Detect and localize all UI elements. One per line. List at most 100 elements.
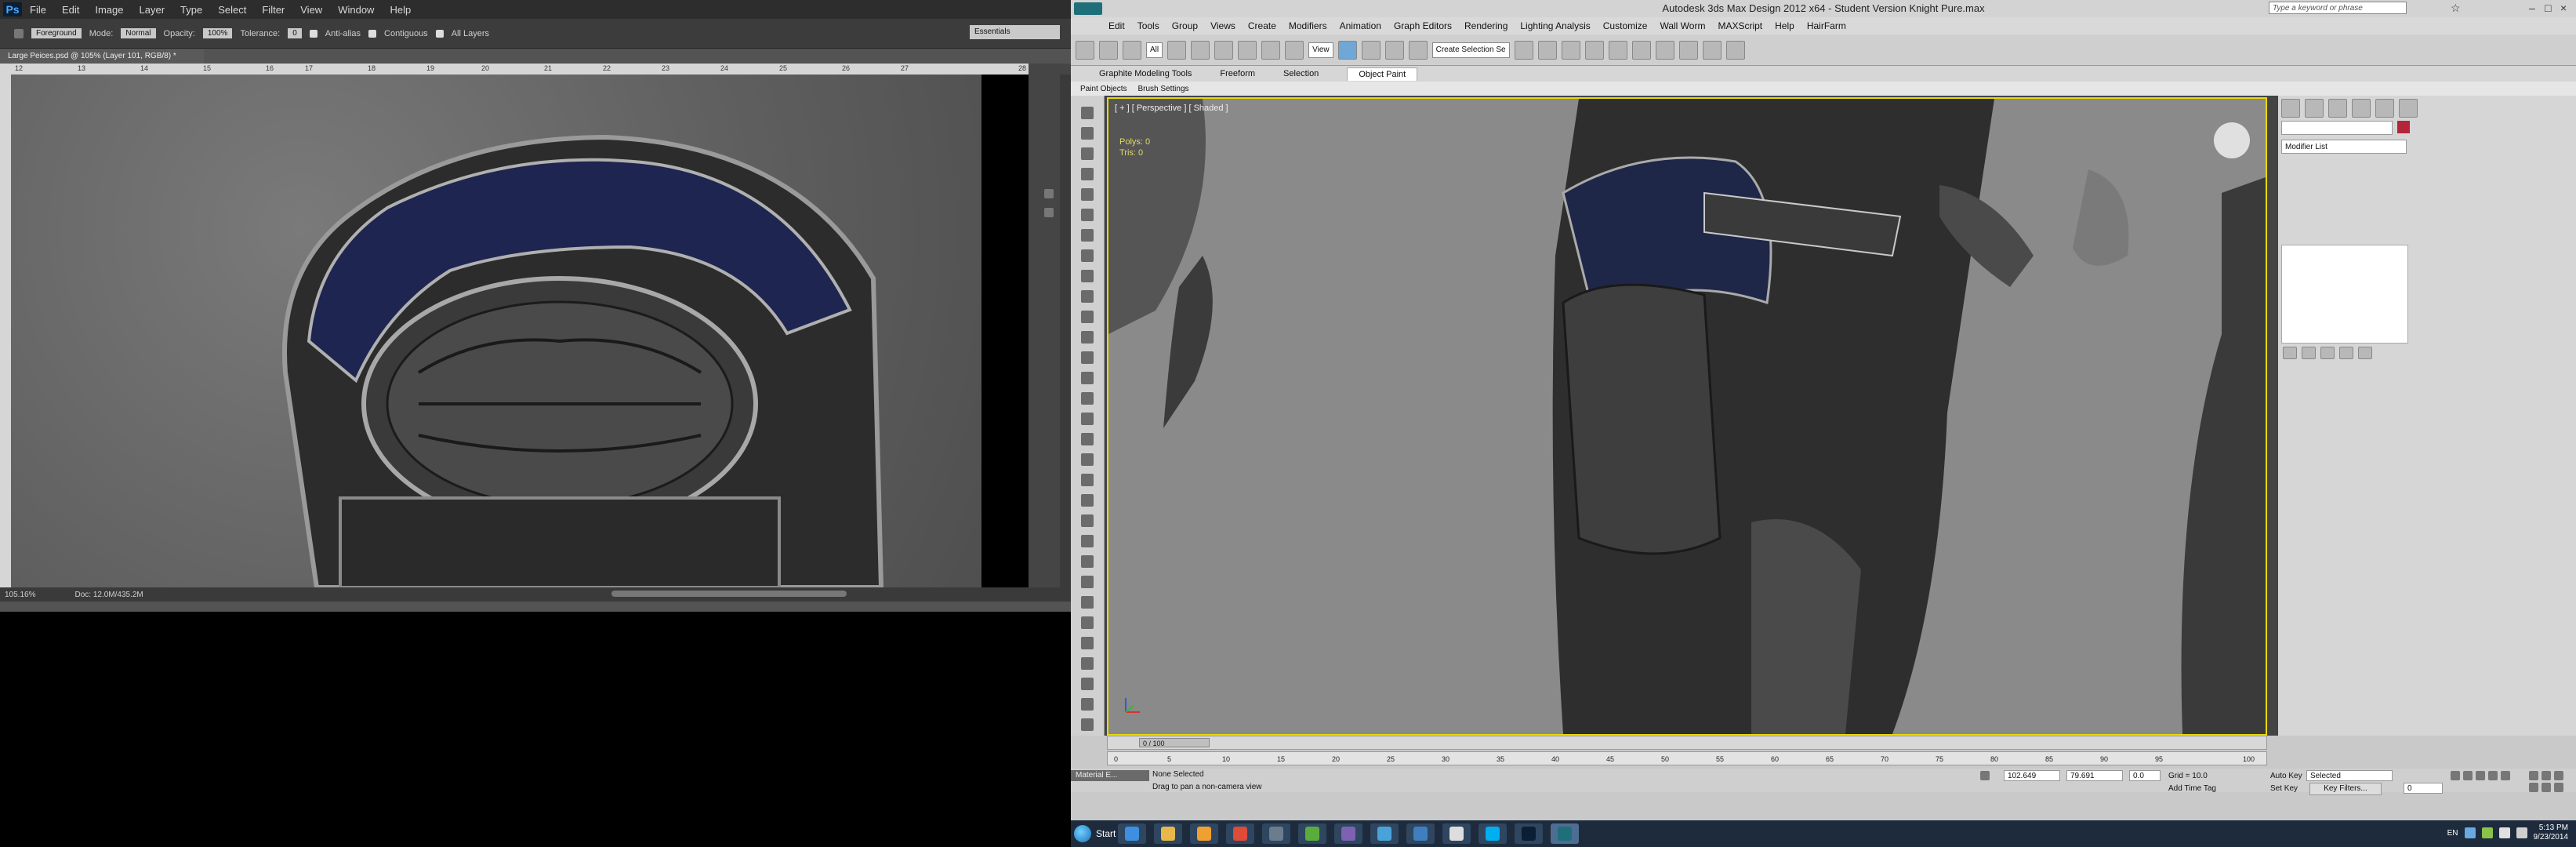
time-slider-thumb[interactable]: 0 / 100 <box>1139 738 1210 747</box>
key-filters-button[interactable]: Key Filters... <box>2309 783 2382 795</box>
ps-opacity-field[interactable]: 100% <box>202 28 233 38</box>
ps-menu-file[interactable]: File <box>30 4 46 16</box>
pivot-icon[interactable] <box>1337 40 1357 60</box>
tool-icon[interactable] <box>1081 514 1094 527</box>
selection-filter-select[interactable]: All <box>1146 42 1163 58</box>
max-menu-edit[interactable]: Edit <box>1108 20 1125 31</box>
language-indicator[interactable]: EN <box>2447 829 2458 838</box>
tool-icon[interactable] <box>1081 637 1094 649</box>
perspective-viewport[interactable]: [ + ] [ Perspective ] [ Shaded ] Polys: … <box>1107 97 2267 736</box>
ps-menu-window[interactable]: Window <box>338 4 374 16</box>
taskbar-clock[interactable]: 5:13 PM 9/23/2014 <box>2534 823 2569 842</box>
max-menu-graph-editors[interactable]: Graph Editors <box>1394 20 1452 31</box>
object-color-swatch[interactable] <box>2397 121 2410 133</box>
tool-icon[interactable] <box>1081 290 1094 303</box>
max-menu-hairfarm[interactable]: HairFarm <box>1807 20 1846 31</box>
undo-icon[interactable] <box>1076 40 1094 60</box>
network-icon[interactable] <box>2516 827 2527 838</box>
snap-icon[interactable] <box>1361 40 1381 60</box>
tool-icon[interactable] <box>1081 433 1094 445</box>
max-menu-animation[interactable]: Animation <box>1340 20 1381 31</box>
material-editor-icon[interactable] <box>1655 40 1674 60</box>
move-icon[interactable] <box>1238 40 1257 60</box>
taskbar-app-app-a[interactable] <box>1334 823 1362 844</box>
hierarchy-tab-icon[interactable] <box>2328 99 2347 118</box>
ps-menu-filter[interactable]: Filter <box>262 4 285 16</box>
redo-icon[interactable] <box>1099 40 1118 60</box>
named-selection-set[interactable]: Create Selection Se <box>1431 42 1510 58</box>
tool-icon[interactable] <box>1081 392 1094 405</box>
brush-settings-button[interactable]: Brush Settings <box>1137 85 1188 93</box>
ps-menu-image[interactable]: Image <box>95 4 123 16</box>
tool-icon[interactable] <box>1081 413 1094 425</box>
ps-workspace-select[interactable]: Essentials <box>970 25 1060 39</box>
lock-icon[interactable] <box>1980 771 1990 780</box>
tool-icon[interactable] <box>1081 616 1094 629</box>
tool-icon[interactable] <box>1081 474 1094 486</box>
ps-menu-help[interactable]: Help <box>390 4 411 16</box>
pin-stack-icon[interactable] <box>2283 347 2297 359</box>
minimize-icon[interactable]: – <box>2529 2 2535 14</box>
tool-icon[interactable] <box>1081 555 1094 568</box>
render-frame-icon[interactable] <box>1702 40 1722 60</box>
tool-icon[interactable] <box>1081 147 1094 160</box>
taskbar-app-steam[interactable] <box>1262 823 1290 844</box>
ps-menu-select[interactable]: Select <box>218 4 246 16</box>
taskbar-app-3dsmax[interactable] <box>1551 823 1579 844</box>
taskbar-app-network[interactable] <box>1370 823 1399 844</box>
orbit-icon[interactable] <box>2529 783 2538 792</box>
key-mode-select[interactable]: Selected <box>2306 770 2393 781</box>
taskbar-app-photoshop[interactable] <box>1515 823 1543 844</box>
select-object-icon[interactable] <box>1167 40 1187 60</box>
align-icon[interactable] <box>1537 40 1557 60</box>
render-setup-icon[interactable] <box>1678 40 1698 60</box>
maximize-icon[interactable]: □ <box>2545 2 2551 14</box>
time-slider[interactable]: 0 / 100 <box>1107 736 2267 750</box>
show-end-result-icon[interactable] <box>2302 347 2316 359</box>
tool-icon[interactable] <box>1081 678 1094 690</box>
viewcube-icon[interactable] <box>2214 122 2250 158</box>
all-layers-checkbox[interactable] <box>435 29 444 38</box>
tool-icon[interactable] <box>1081 657 1094 670</box>
close-icon[interactable]: × <box>2560 2 2567 14</box>
anti-alias-checkbox[interactable] <box>309 29 317 38</box>
tool-icon[interactable] <box>1081 229 1094 242</box>
object-name-field[interactable] <box>2281 121 2393 135</box>
max-menu-group[interactable]: Group <box>1172 20 1198 31</box>
prev-frame-icon[interactable] <box>2463 771 2473 780</box>
tool-icon[interactable] <box>1081 168 1094 180</box>
star-icon[interactable]: ☆ <box>2451 2 2461 15</box>
rotate-icon[interactable] <box>1261 40 1281 60</box>
taskbar-app-gamepad[interactable] <box>1442 823 1471 844</box>
tab-selection[interactable]: Selection <box>1283 69 1319 78</box>
fov-icon[interactable] <box>2542 783 2551 792</box>
utilities-tab-icon[interactable] <box>2399 99 2418 118</box>
tool-icon[interactable] <box>1081 596 1094 609</box>
modify-tab-icon[interactable] <box>2305 99 2324 118</box>
max-menu-wall-worm[interactable]: Wall Worm <box>1660 20 1705 31</box>
tool-icon[interactable] <box>1081 535 1094 547</box>
taskbar-app-skype[interactable] <box>1478 823 1507 844</box>
ps-document-tab[interactable]: Large Peices.psd @ 105% (Layer 101, RGB/… <box>0 49 204 64</box>
max-menu-customize[interactable]: Customize <box>1603 20 1648 31</box>
configure-sets-icon[interactable] <box>2358 347 2372 359</box>
tab-graphite-modeling[interactable]: Graphite Modeling Tools <box>1099 69 1192 78</box>
schematic-view-icon[interactable] <box>1631 40 1651 60</box>
motion-tab-icon[interactable] <box>2352 99 2371 118</box>
start-button[interactable]: Start <box>1074 825 1116 842</box>
current-frame-field[interactable]: 0 <box>2404 783 2443 794</box>
tool-icon[interactable] <box>1081 698 1094 711</box>
ps-menu-view[interactable]: View <box>300 4 322 16</box>
volume-icon[interactable] <box>2498 827 2510 838</box>
tool-icon[interactable] <box>1081 311 1094 323</box>
angle-snap-icon[interactable] <box>1384 40 1404 60</box>
maximize-viewport-icon[interactable] <box>2554 783 2563 792</box>
max-menu-maxscript[interactable]: MAXScript <box>1718 20 1762 31</box>
scale-icon[interactable] <box>1285 40 1304 60</box>
zoom-all-icon[interactable] <box>2542 771 2551 780</box>
max-menu-create[interactable]: Create <box>1248 20 1276 31</box>
reference-coord-select[interactable]: View <box>1308 42 1333 58</box>
paint-bucket-icon[interactable] <box>14 28 24 38</box>
max-menu-lighting[interactable]: Lighting Analysis <box>1520 20 1590 31</box>
track-bar[interactable]: 0 5 10 15 20 25 30 35 40 45 50 55 60 65 … <box>1107 751 2267 765</box>
